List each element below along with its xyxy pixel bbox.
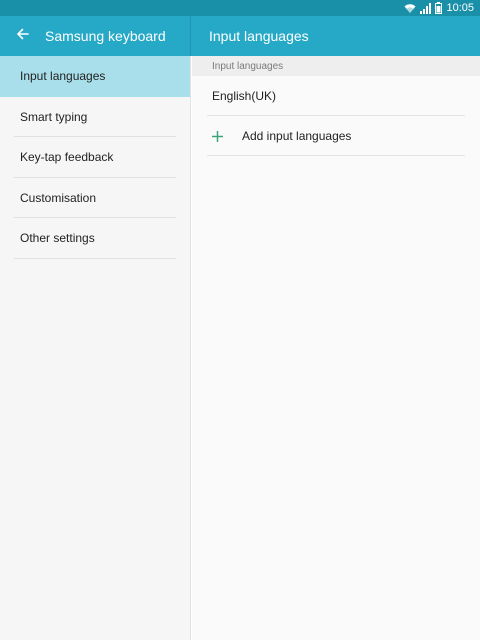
sidebar-item-label: Key-tap feedback <box>20 150 114 165</box>
arrow-left-icon <box>16 27 29 45</box>
sidebar-item-label: Other settings <box>20 231 95 246</box>
language-label: English(UK) <box>212 89 277 103</box>
detail-title: Input languages <box>209 28 309 44</box>
add-input-languages-button[interactable]: Add input languages <box>192 116 480 156</box>
signal-icon <box>420 2 432 14</box>
sidebar-item-label: Smart typing <box>20 109 88 124</box>
status-time: 10:05 <box>446 2 474 14</box>
app-bar: Samsung keyboard Input languages <box>0 16 480 56</box>
section-header: Input languages <box>192 56 480 76</box>
sidebar-item-input-languages[interactable]: Input languages <box>0 56 190 97</box>
divider <box>207 155 465 156</box>
battery-icon <box>435 2 443 14</box>
app-title: Samsung keyboard <box>45 28 166 44</box>
sidebar-item-customisation[interactable]: Customisation <box>0 178 190 218</box>
app-bar-left: Samsung keyboard <box>0 16 191 56</box>
sidebar-item-label: Input languages <box>20 69 106 84</box>
language-item-english-uk[interactable]: English(UK) <box>192 76 480 116</box>
sidebar-item-other-settings[interactable]: Other settings <box>0 218 190 259</box>
back-button[interactable] <box>0 16 45 56</box>
sidebar-item-key-tap-feedback[interactable]: Key-tap feedback <box>0 137 190 178</box>
section-header-label: Input languages <box>212 60 284 72</box>
sidebar: Input languages Smart typing Key-tap fee… <box>0 56 191 640</box>
sidebar-item-label: Customisation <box>20 190 97 205</box>
divider <box>14 257 176 259</box>
plus-icon <box>212 130 242 142</box>
add-input-languages-label: Add input languages <box>242 129 352 143</box>
app-bar-right: Input languages <box>191 16 480 56</box>
content-pane: Input languages English(UK) Add input la… <box>192 56 480 640</box>
status-bar: 10:05 <box>0 0 480 16</box>
wifi-icon <box>404 2 416 14</box>
sidebar-item-smart-typing[interactable]: Smart typing <box>0 97 190 137</box>
